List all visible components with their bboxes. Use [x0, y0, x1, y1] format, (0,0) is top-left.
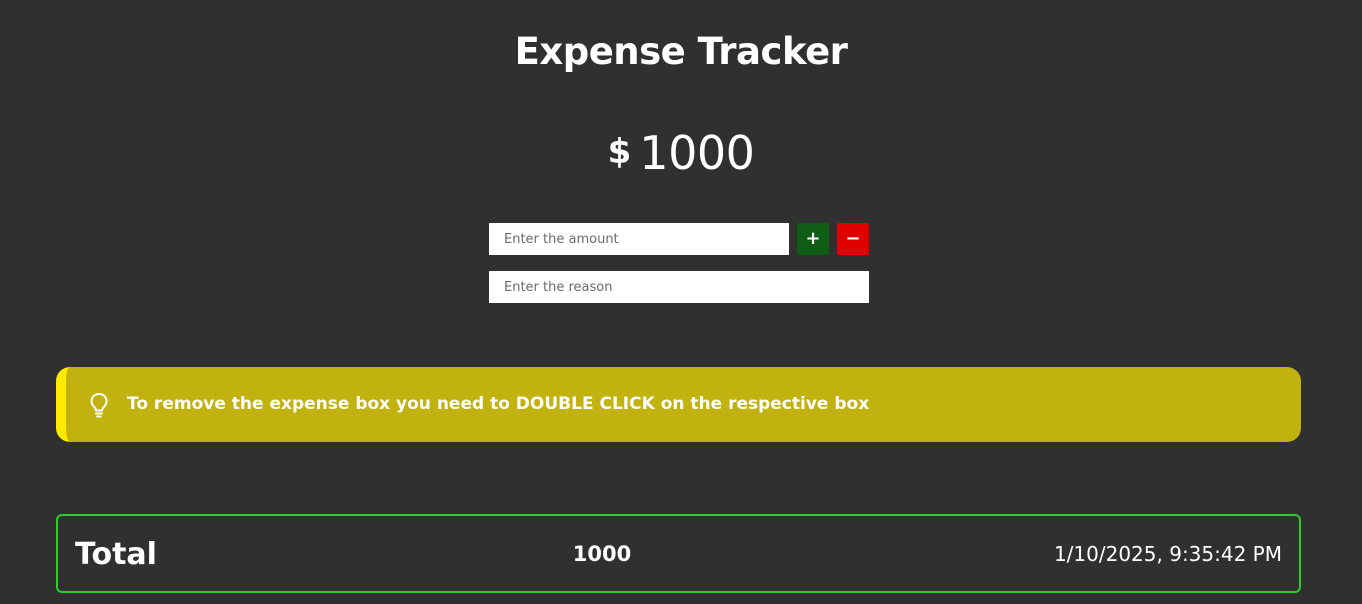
entry-timestamp: 1/10/2025, 9:35:42 PM [1053, 542, 1282, 566]
balance-amount: 1000 [639, 126, 755, 180]
expense-entry-total[interactable]: Total 1000 1/10/2025, 9:35:42 PM [56, 514, 1301, 593]
reason-input[interactable] [489, 271, 869, 303]
entry-label: Total [75, 537, 157, 572]
entry-value: 1000 [572, 542, 632, 566]
subtract-button[interactable]: − [837, 223, 869, 255]
add-button[interactable]: + [797, 223, 829, 255]
tip-text: To remove the expense box you need to DO… [127, 394, 870, 414]
amount-input[interactable] [489, 223, 789, 255]
balance-display: $1000 [0, 122, 1362, 194]
page-title: Expense Tracker [514, 30, 848, 73]
lightbulb-icon [89, 392, 109, 418]
currency-symbol: $ [607, 132, 632, 172]
expense-tracker-page: Expense Tracker $1000 + − To remove the … [0, 0, 1362, 604]
tip-banner: To remove the expense box you need to DO… [56, 367, 1301, 442]
